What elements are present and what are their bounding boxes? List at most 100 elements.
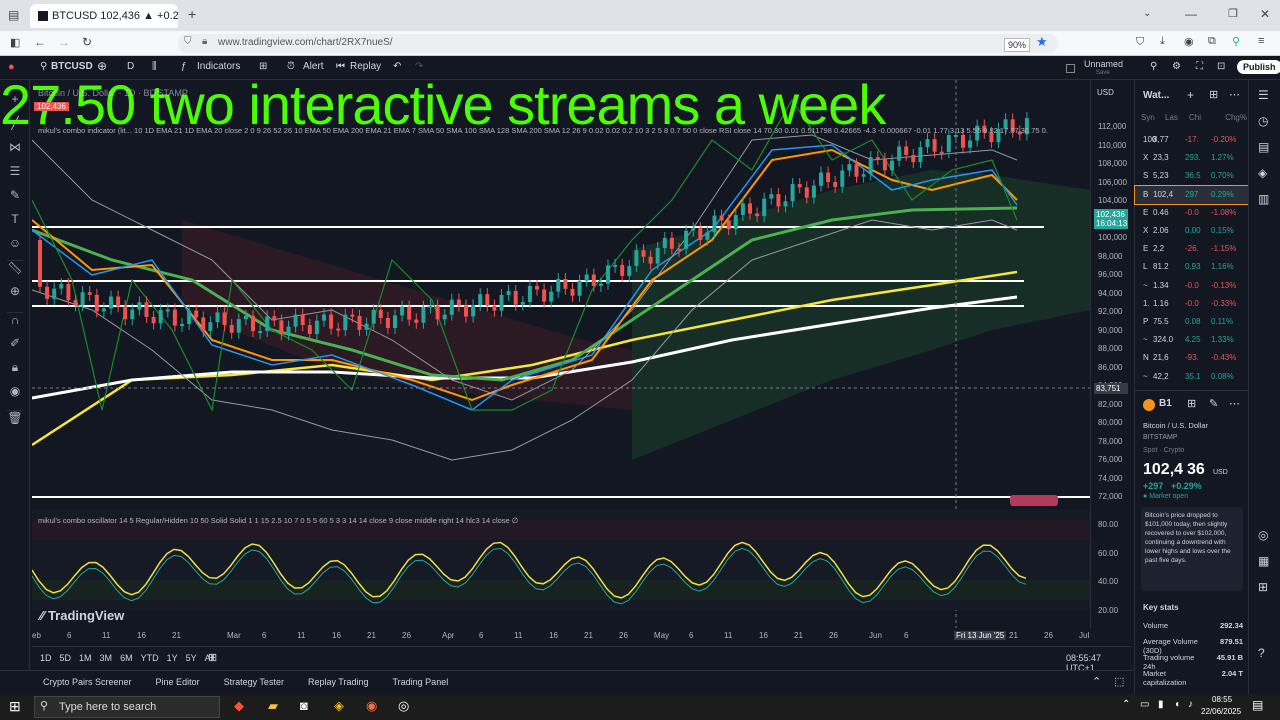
layout-grid-icon[interactable]: ⊞ <box>259 61 267 72</box>
back-icon[interactable]: ← <box>34 35 46 49</box>
maximize-panel-icon[interactable]: ⬚ <box>1114 675 1124 688</box>
shield-icon[interactable]: ⛉ <box>184 36 192 47</box>
app-icon-1[interactable]: ◙ <box>300 698 308 713</box>
watchlist-row[interactable]: B 102,4 297 0.29% <box>1134 184 1250 205</box>
currency-label[interactable]: USD <box>1097 88 1114 97</box>
camera-icon[interactable]: ⊡ <box>1217 61 1225 72</box>
watchlist-column-header[interactable]: Las <box>1165 113 1189 122</box>
watchlist-row[interactable]: L 81.2 0.93 1.16% <box>1135 258 1249 276</box>
symbol-button[interactable]: BTCUSD <box>51 61 93 72</box>
details-name[interactable]: Bitcoin / U.S. Dollar <box>1143 421 1208 430</box>
search-icon[interactable]: ⚲ <box>1150 61 1157 72</box>
publish-button[interactable]: Publish <box>1237 60 1280 74</box>
watchlist-title[interactable]: Wat... <box>1143 90 1169 101</box>
sidebar-icon[interactable]: ◧ <box>10 36 20 49</box>
taskbar-time[interactable]: 08:55 <box>1212 695 1232 704</box>
binance-icon[interactable]: ◈ <box>334 698 344 714</box>
file-explorer-icon[interactable]: ▰ <box>268 698 278 714</box>
eye-icon[interactable]: ◉ <box>7 384 23 400</box>
range-button-5y[interactable]: 5Y <box>186 653 197 663</box>
watchlist-row[interactable]: X 23,3 293. 1.27% <box>1135 149 1249 167</box>
watchlist-column-header[interactable]: Syn <box>1141 113 1165 122</box>
trash-icon[interactable]: 🗑︎ <box>7 410 23 426</box>
restore-icon[interactable]: ❐ <box>1228 7 1238 20</box>
candles-icon[interactable]: ⫼ <box>152 61 157 72</box>
chart-canvas[interactable] <box>31 80 1090 628</box>
target-icon[interactable]: ◎ <box>1258 528 1268 542</box>
new-tab-icon[interactable]: + <box>188 6 196 22</box>
symbol-search-icon[interactable]: ⚲ <box>40 61 47 72</box>
range-button-6m[interactable]: 6M <box>120 653 133 663</box>
bottom-tab[interactable]: Pine Editor <box>156 677 200 687</box>
bottom-tab[interactable]: Crypto Pairs Screener <box>43 677 132 687</box>
events-marker[interactable] <box>1010 495 1058 506</box>
tray-chevron-icon[interactable]: ⌃ <box>1122 699 1130 710</box>
browser-tab[interactable]: BTCUSD 102,436 ▲ +0.29% Un✕ <box>30 4 178 28</box>
details-symbol[interactable]: B1 <box>1159 398 1172 409</box>
fib-icon[interactable]: ☰ <box>7 164 23 180</box>
interval-button[interactable]: D <box>127 61 134 72</box>
volume-icon[interactable]: ◖ <box>1174 699 1180 710</box>
pocket-icon[interactable]: ⛉ <box>1136 36 1144 49</box>
watchlist-row[interactable]: E 0.46 -0.0 -1.08% <box>1135 204 1249 222</box>
watchlist-grid-icon[interactable]: ⊞ <box>1209 88 1218 101</box>
firefox-icon[interactable]: ◉ <box>366 698 377 714</box>
network-icon[interactable]: ▭ <box>1140 699 1149 710</box>
layers-icon[interactable]: ◈ <box>1258 166 1267 180</box>
forward-icon[interactable]: → <box>58 35 70 49</box>
zoom-level[interactable]: 90% <box>1004 38 1031 52</box>
watchlist-icon[interactable]: ☰ <box>1258 88 1269 102</box>
zoom-extension-icon[interactable]: ⚲ <box>1232 35 1240 48</box>
close-window-icon[interactable]: ✕ <box>1260 7 1270 21</box>
stay-drawing-icon[interactable]: ✐ <box>7 336 23 352</box>
calendar-icon[interactable]: ⊞ <box>208 651 217 664</box>
range-button-ytd[interactable]: YTD <box>141 653 159 663</box>
symbol-legend[interactable]: Bitcoin / U.S. Dollar · 1D · BITSTAMP <box>38 88 188 98</box>
zoom-in-icon[interactable]: ⊕ <box>7 284 23 300</box>
redo-icon[interactable]: ↷ <box>415 61 423 72</box>
watchlist-column-header[interactable]: Chi <box>1189 113 1211 122</box>
help-icon[interactable]: ? <box>1258 646 1265 660</box>
watchlist-row[interactable]: P 75.5 0.08 0.11% <box>1135 313 1249 331</box>
watchlist-row[interactable]: ~1.34 -0.0 -0.13% <box>1135 277 1249 295</box>
more-icon[interactable]: ⋯ <box>1229 88 1240 101</box>
indicators-button[interactable]: Indicators <box>197 61 240 72</box>
fork-icon[interactable]: ⋈ <box>7 140 23 156</box>
fullscreen-icon[interactable]: ⛶ <box>1196 61 1203 72</box>
indicator-legend[interactable]: mikul's combo indicator (lit... 10 1D EM… <box>38 126 1048 135</box>
address-field[interactable]: www.tradingview.com/chart/2RX7nueS/ <box>178 34 1058 53</box>
menu-icon[interactable]: ≡ <box>1258 35 1264 47</box>
chevron-down-icon[interactable]: ⌄ <box>1143 8 1151 19</box>
compare-add-icon[interactable]: ⊕ <box>97 59 107 73</box>
notes-icon[interactable]: ▥ <box>1258 192 1269 206</box>
undo-icon[interactable]: ↶ <box>393 61 401 72</box>
watchlist-row[interactable]: X 2.06 0.00 0.15% <box>1135 222 1249 240</box>
brush-icon[interactable]: ✎ <box>7 188 23 204</box>
taskbar-search-input[interactable]: Type here to search <box>34 696 220 718</box>
time-axis[interactable]: eb 6 11 16 21 Mar 6 11 16 21 26 Apr 6 11 16 21 26 May 6 11 1… <box>32 628 1132 644</box>
details-more-icon[interactable]: ⋯ <box>1229 397 1240 410</box>
bottom-tab[interactable]: Replay Trading <box>308 677 369 687</box>
layout-name[interactable]: Unnamed <box>1084 59 1123 69</box>
news-card[interactable]: Bitcoin's price dropped to $101,000 toda… <box>1141 507 1243 591</box>
range-button-5d[interactable]: 5D <box>60 653 72 663</box>
lock-drawings-icon[interactable]: 🔒︎ <box>7 360 23 376</box>
apps-grid-icon[interactable]: ⊞ <box>1258 580 1268 594</box>
download-icon[interactable]: ⤓ <box>1160 35 1165 48</box>
layout-checkbox[interactable] <box>1066 64 1075 73</box>
bookmark-star-icon[interactable]: ★ <box>1036 34 1048 50</box>
notifications-icon[interactable]: ▤ <box>1252 698 1263 712</box>
chat-icon[interactable]: ▤ <box>1258 140 1269 154</box>
speaker-icon[interactable]: ♪ <box>1188 699 1193 710</box>
emoji-icon[interactable]: ☺ <box>7 236 23 252</box>
alerts-clock-icon[interactable]: ◷ <box>1258 114 1268 128</box>
settings-gear-icon[interactable]: ⚙ <box>1172 61 1181 72</box>
range-button-1y[interactable]: 1Y <box>167 653 178 663</box>
watchlist-row[interactable]: ~324.0 4.25 1.33% <box>1135 331 1249 349</box>
watchlist-row[interactable]: S 5,23 36.5 0.70% <box>1135 167 1249 185</box>
watchlist-column-header[interactable]: Chg% <box>1211 113 1247 122</box>
watchlist-row[interactable]: ~42,2 35.1 0.08% <box>1135 368 1249 386</box>
bottom-tab[interactable]: Trading Panel <box>393 677 449 687</box>
app-icon-2[interactable]: ◎ <box>398 698 409 714</box>
edit-icon[interactable]: ✎ <box>1209 397 1218 410</box>
